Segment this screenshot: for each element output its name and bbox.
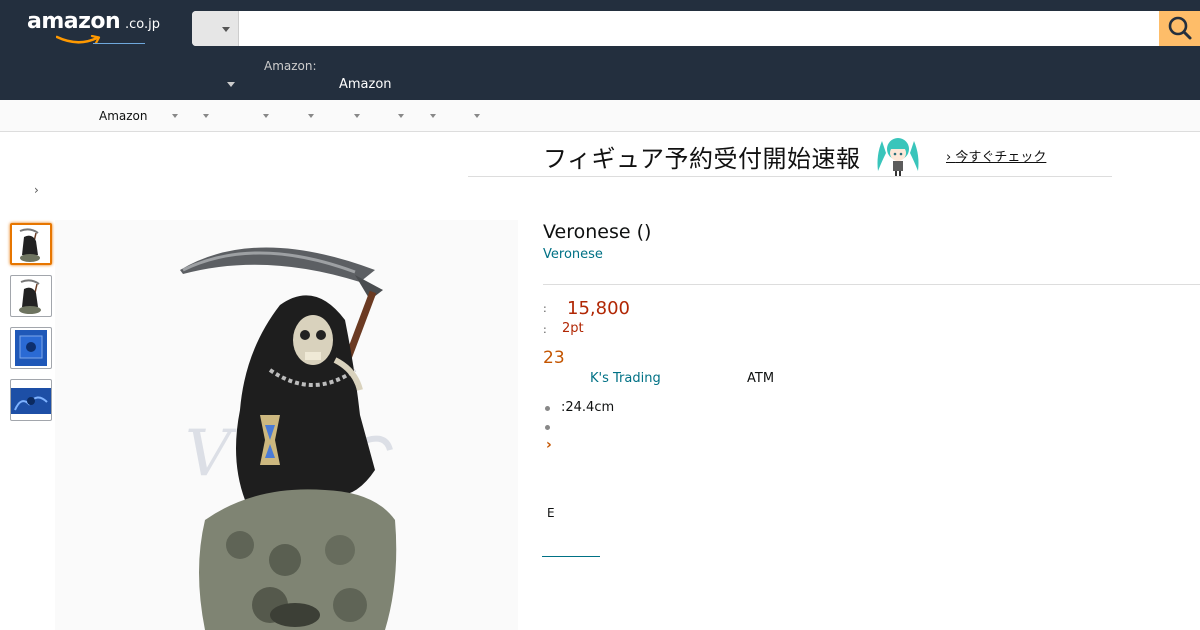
product-points: 2pt bbox=[562, 321, 584, 336]
logo-underline bbox=[93, 43, 145, 44]
brand-link[interactable]: Veronese bbox=[543, 247, 603, 262]
category-dropdown-icon[interactable] bbox=[308, 114, 314, 118]
banner-title: フィギュア予約受付開始速報 bbox=[543, 145, 861, 173]
thumbnail-reaper-angle[interactable] bbox=[10, 275, 52, 317]
category-dropdown-icon[interactable] bbox=[203, 114, 209, 118]
link-underline[interactable] bbox=[542, 556, 600, 557]
search-input[interactable] bbox=[240, 11, 1158, 46]
top-navigation-bar: amazon .co.jp Amazon: Amazon bbox=[0, 0, 1200, 100]
category-dropdown-icon[interactable] bbox=[263, 114, 269, 118]
see-more-link[interactable]: › bbox=[546, 437, 552, 453]
thumbnail-blue-box[interactable] bbox=[10, 327, 52, 369]
divider bbox=[543, 284, 1200, 285]
amazon-logo[interactable]: amazon .co.jp bbox=[27, 9, 161, 47]
seller-link[interactable]: K's Trading bbox=[590, 371, 661, 386]
category-dropdown-icon[interactable] bbox=[430, 114, 436, 118]
payment-method-text: ATM bbox=[747, 371, 775, 386]
thumbnail-image bbox=[19, 228, 40, 262]
breadcrumb-separator: › bbox=[34, 183, 39, 197]
bullet-dot bbox=[545, 406, 550, 411]
category-nav: Amazon bbox=[0, 100, 1200, 132]
logo-wordmark: amazon bbox=[27, 9, 121, 34]
anime-figure-icon bbox=[877, 138, 919, 176]
info-label: E bbox=[547, 506, 555, 520]
logo-domain: .co.jp bbox=[125, 17, 161, 32]
price-label: : bbox=[543, 302, 547, 315]
thumbnail-image bbox=[11, 388, 51, 414]
promo-banner[interactable]: フィギュア予約受付開始速報 › 今すぐチェック bbox=[468, 133, 1112, 177]
points-label: : bbox=[543, 323, 547, 336]
product-price: 15,800 bbox=[567, 298, 630, 319]
thumbnail-image bbox=[15, 330, 47, 366]
sub-nav-label-main[interactable]: Amazon bbox=[339, 77, 392, 92]
sub-nav-label-small[interactable]: Amazon: bbox=[264, 59, 317, 73]
location-chevron-icon[interactable] bbox=[227, 82, 235, 87]
thumbnail-blue-label[interactable] bbox=[10, 379, 52, 421]
search-icon bbox=[1168, 16, 1192, 40]
grim-reaper-figure-image: V bbox=[55, 220, 518, 630]
chevron-down-icon bbox=[222, 27, 230, 32]
category-nav-home[interactable]: Amazon bbox=[99, 109, 148, 123]
category-dropdown-icon[interactable] bbox=[398, 114, 404, 118]
banner-check-link[interactable]: › 今すぐチェック bbox=[946, 146, 1046, 165]
search-department-dropdown[interactable] bbox=[192, 11, 239, 46]
bullet-dot bbox=[545, 425, 550, 430]
thumbnail-image bbox=[19, 279, 41, 314]
category-dropdown-icon[interactable] bbox=[172, 114, 178, 118]
svg-text:V: V bbox=[185, 417, 237, 491]
main-product-image[interactable]: V bbox=[55, 220, 518, 630]
category-dropdown-icon[interactable] bbox=[474, 114, 480, 118]
thumbnail-reaper-front[interactable] bbox=[10, 223, 52, 265]
banner-link-text: 今すぐチェック bbox=[955, 150, 1047, 165]
category-dropdown-icon[interactable] bbox=[354, 114, 360, 118]
stock-count: 23 bbox=[543, 348, 565, 368]
feature-bullet: :24.4cm bbox=[561, 400, 615, 415]
search-bar bbox=[192, 11, 1200, 46]
search-button[interactable] bbox=[1159, 11, 1200, 46]
product-title: Veronese () bbox=[543, 221, 652, 243]
